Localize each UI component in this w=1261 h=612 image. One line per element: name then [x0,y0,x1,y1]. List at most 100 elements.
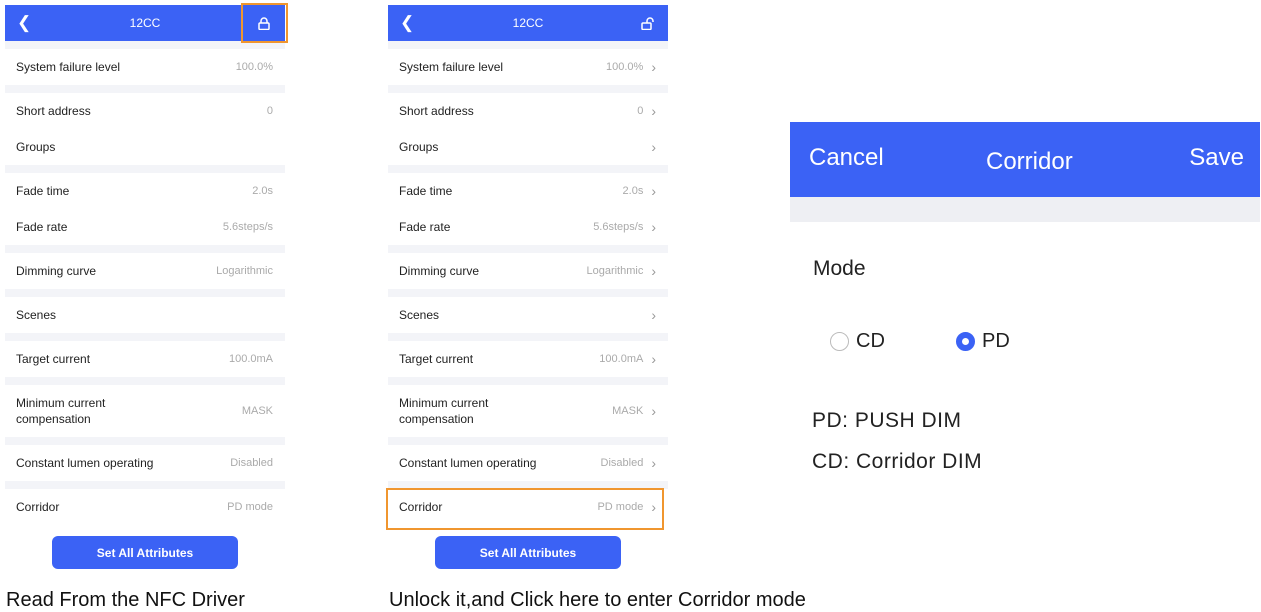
setting-row-corridor[interactable]: Corridor PD mode [5,489,285,525]
setting-label: Fade rate [16,220,68,234]
section-separator [388,85,668,93]
setting-row-minimum-current-compensation[interactable]: Minimum current compensation MASK [5,385,285,437]
cancel-button[interactable]: Cancel [809,144,884,172]
chevron-right-icon: › [651,59,656,75]
mode-label: Mode [813,257,866,280]
setting-value: Logarithmic [216,265,273,277]
section-separator [5,437,285,445]
setting-label: Dimming curve [399,264,480,278]
page-title: 12CC [129,16,161,30]
setting-row-target-current[interactable]: Target current 100.0mA [5,341,285,377]
chevron-left-icon[interactable]: ❮ [400,13,414,33]
setting-label: Scenes [16,308,57,322]
chevron-right-icon: › [651,183,656,199]
set-all-attributes-button[interactable]: Set All Attributes [52,536,238,569]
caption-unlock: Unlock it,and Click here to enter Corrid… [389,589,806,611]
setting-label: Short address [399,104,474,118]
section-separator [388,165,668,173]
radio-checked-icon [956,332,975,351]
section-separator [388,377,668,385]
setting-label: Target current [16,352,91,366]
setting-label: Groups [399,140,439,154]
section-separator [388,41,668,49]
unlocked-icon[interactable] [636,12,658,34]
corridor-row-highlight [386,488,664,530]
section-separator [388,333,668,341]
setting-label: Fade rate [399,220,451,234]
setting-row-system-failure-level[interactable]: System failure level 100.0% › [388,49,668,85]
setting-row-fade-time[interactable]: Fade time 2.0s [5,173,285,209]
lock-highlight [241,3,288,43]
setting-row-dimming-curve[interactable]: Dimming curve Logarithmic › [388,253,668,289]
setting-row-scenes[interactable]: Scenes › [388,297,668,333]
section-separator [5,289,285,297]
phone-screen-read: ❮ 12CC System failure level 100.0% Short a… [5,5,285,583]
radio-cd[interactable]: CD [830,330,885,353]
section-separator [5,165,285,173]
setting-row-fade-time[interactable]: Fade time 2.0s › [388,173,668,209]
section-separator [388,245,668,253]
section-separator [5,481,285,489]
setting-row-minimum-current-compensation[interactable]: Minimum current compensation MASK › [388,385,668,437]
radio-unchecked-icon [830,332,849,351]
setting-value: 100.0mA [599,353,644,365]
header-spacer [790,197,1260,222]
setting-row-target-current[interactable]: Target current 100.0mA › [388,341,668,377]
setting-row-fade-rate[interactable]: Fade rate 5.6steps/s › [388,209,668,245]
caption-read: Read From the NFC Driver [6,589,245,611]
setting-value: Logarithmic [586,265,644,277]
setting-label: Corridor [16,500,60,514]
setting-value: 2.0s [252,185,273,197]
radio-pd[interactable]: PD [956,330,1010,353]
corridor-mode-panel: Cancel Corridor Save Mode CD PD PD: PUSH… [790,122,1260,502]
section-separator [5,245,285,253]
section-separator [5,333,285,341]
setting-row-constant-lumen-operating[interactable]: Constant lumen operating Disabled [5,445,285,481]
radio-pd-label: PD [982,330,1010,352]
pd-description: PD: PUSH DIM [812,409,962,432]
panel-title: Corridor [986,148,1073,175]
setting-label: System failure level [16,60,121,74]
setting-value: MASK [612,405,644,417]
setting-row-short-address[interactable]: Short address 0 [5,93,285,129]
chevron-right-icon: › [651,219,656,235]
setting-value: 5.6steps/s [593,221,644,233]
setting-row-constant-lumen-operating[interactable]: Constant lumen operating Disabled › [388,445,668,481]
setting-row-system-failure-level[interactable]: System failure level 100.0% [5,49,285,85]
page-title: 12CC [512,16,544,30]
setting-label: Scenes [399,308,440,322]
setting-value: Disabled [600,457,644,469]
panel-header: Cancel Corridor Save [790,122,1260,197]
setting-label: System failure level [399,60,504,74]
set-all-attributes-button[interactable]: Set All Attributes [435,536,621,569]
setting-row-short-address[interactable]: Short address 0 › [388,93,668,129]
setting-label: Fade time [399,184,453,198]
section-separator [388,437,668,445]
radio-cd-label: CD [856,330,885,352]
chevron-right-icon: › [651,403,656,419]
setting-label: Target current [399,352,474,366]
chevron-left-icon[interactable]: ❮ [17,13,31,33]
setting-label: Fade time [16,184,70,198]
setting-value: 100.0% [235,61,273,73]
setting-value: 100.0% [606,61,644,73]
setting-row-dimming-curve[interactable]: Dimming curve Logarithmic [5,253,285,289]
section-separator [388,289,668,297]
setting-row-groups[interactable]: Groups › [388,129,668,165]
setting-row-scenes[interactable]: Scenes [5,297,285,333]
setting-label: Minimum current compensation [399,396,489,426]
setting-value: 100.0mA [228,353,273,365]
section-separator [5,377,285,385]
setting-value: 0 [266,105,273,117]
setting-value: Disabled [230,457,273,469]
setting-row-groups[interactable]: Groups [5,129,285,165]
chevron-right-icon: › [651,351,656,367]
section-separator [5,85,285,93]
setting-label: Dimming curve [16,264,97,278]
setting-label: Constant lumen operating [399,456,537,470]
setting-value: 5.6steps/s [222,221,273,233]
save-button[interactable]: Save [1189,144,1244,172]
setting-value: 0 [637,105,644,117]
setting-row-fade-rate[interactable]: Fade rate 5.6steps/s [5,209,285,245]
chevron-right-icon: › [651,455,656,471]
